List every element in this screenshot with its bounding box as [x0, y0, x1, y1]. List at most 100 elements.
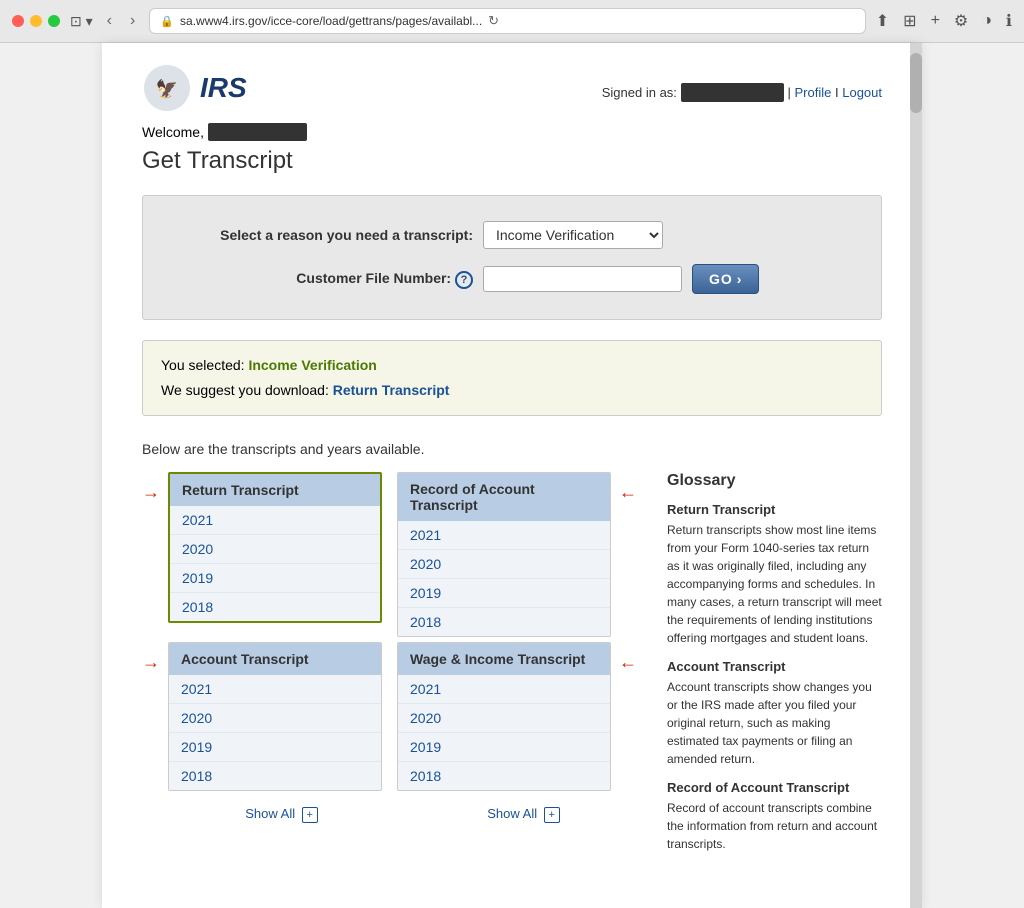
- return-transcript-year-2018[interactable]: 2018: [170, 593, 380, 621]
- file-number-row: Customer File Number: ? GO ›: [173, 264, 851, 294]
- glossary-def-record: Record of account transcripts combine th…: [667, 799, 882, 853]
- reason-row: Select a reason you need a transcript: I…: [173, 221, 851, 249]
- account-show-all[interactable]: Show All +: [168, 796, 395, 833]
- signed-in-label: Signed in as:: [602, 85, 677, 100]
- welcome-text: Welcome,: [142, 123, 882, 141]
- record-of-account-header: Record of Account Transcript: [398, 473, 610, 521]
- glossary-section: Glossary Return Transcript Return transc…: [652, 472, 882, 853]
- logout-link[interactable]: Logout: [842, 85, 882, 100]
- suggest-value-link[interactable]: Return Transcript: [333, 382, 450, 398]
- glossary-term-account: Account Transcript: [667, 659, 882, 674]
- transcript-form: Select a reason you need a transcript: I…: [142, 195, 882, 320]
- back-button[interactable]: ‹: [103, 12, 116, 30]
- wage-income-year-2018[interactable]: 2018: [398, 762, 610, 790]
- go-button[interactable]: GO ›: [692, 264, 759, 294]
- wage-income-year-2019[interactable]: 2019: [398, 733, 610, 762]
- file-number-label: Customer File Number: ?: [173, 270, 473, 289]
- account-transcript-header: Account Transcript: [169, 643, 381, 675]
- page-wrapper: 🦅 IRS Signed in as: | Profile I Logout W…: [0, 43, 1024, 908]
- browser-chrome: ⊡ ▾ ‹ › 🔒 sa.www4.irs.gov/icce-core/load…: [0, 0, 1024, 43]
- glossary-term-return: Return Transcript: [667, 502, 882, 517]
- return-transcript-year-2019[interactable]: 2019: [170, 564, 380, 593]
- share-button[interactable]: ⬆: [876, 11, 889, 31]
- toolbar-right: ⬆ ⊞ + ⚙ ◑ ℹ: [876, 11, 1012, 31]
- irs-logo-text: IRS: [200, 72, 247, 104]
- account-transcript-year-2021[interactable]: 2021: [169, 675, 381, 704]
- glossary-term-record: Record of Account Transcript: [667, 780, 882, 795]
- page-title: Get Transcript: [142, 147, 882, 175]
- return-transcript-year-2021[interactable]: 2021: [170, 506, 380, 535]
- wage-income-wrapper: Wage & Income Transcript 2021 2020 2019 …: [397, 642, 637, 791]
- address-bar[interactable]: 🔒 sa.www4.irs.gov/icce-core/load/gettran…: [149, 8, 865, 34]
- record-account-arrow-icon: ←: [619, 482, 637, 503]
- close-button[interactable]: [12, 15, 24, 27]
- file-number-help-icon[interactable]: ?: [455, 271, 473, 289]
- return-transcript-header: Return Transcript: [170, 474, 380, 506]
- username-redacted: [681, 83, 784, 102]
- profile-link[interactable]: Profile: [795, 85, 832, 100]
- account-show-all-plus-icon: +: [302, 807, 318, 823]
- return-transcript-arrow-icon: →: [142, 482, 160, 503]
- grid-button[interactable]: ⊞: [903, 11, 916, 31]
- suggestion-box: You selected: Income Verification We sug…: [142, 340, 882, 416]
- reason-select[interactable]: Income Verification Other: [483, 221, 663, 249]
- suggestion-download-line: We suggest you download: Return Transcri…: [161, 378, 863, 403]
- account-transcript-arrow-icon: →: [142, 652, 160, 673]
- return-transcript-card: Return Transcript 2021 2020 2019 2018: [168, 472, 382, 623]
- irs-logo: 🦅 IRS: [142, 63, 247, 113]
- url-text: sa.www4.irs.gov/icce-core/load/gettrans/…: [180, 14, 482, 28]
- wage-income-year-2020[interactable]: 2020: [398, 704, 610, 733]
- svg-text:🦅: 🦅: [156, 78, 178, 99]
- settings-button[interactable]: ⚙: [954, 11, 968, 31]
- record-account-year-2021[interactable]: 2021: [398, 521, 610, 550]
- wage-show-all[interactable]: Show All +: [410, 796, 637, 833]
- reason-label: Select a reason you need a transcript:: [173, 227, 473, 243]
- account-transcript-year-2019[interactable]: 2019: [169, 733, 381, 762]
- new-tab-button[interactable]: +: [931, 12, 940, 30]
- available-description: Below are the transcripts and years avai…: [142, 441, 882, 457]
- scrollbar-track[interactable]: [910, 43, 922, 908]
- shield-button[interactable]: ◑: [982, 12, 992, 30]
- separator1: |: [788, 85, 795, 100]
- maximize-button[interactable]: [48, 15, 60, 27]
- header-right: Signed in as: | Profile I Logout: [602, 63, 882, 102]
- record-of-account-card: Record of Account Transcript 2021 2020 2…: [397, 472, 611, 637]
- selected-value-link[interactable]: Income Verification: [248, 357, 376, 373]
- traffic-lights: [12, 15, 60, 27]
- bottom-transcripts-grid: → Account Transcript 2021 2020 2019 2018: [142, 642, 637, 791]
- reload-button[interactable]: ↻: [488, 13, 499, 29]
- suggestion-selected-line: You selected: Income Verification: [161, 353, 863, 378]
- available-section: Below are the transcripts and years avai…: [142, 441, 882, 853]
- lock-icon: 🔒: [160, 15, 174, 28]
- return-transcript-year-2020[interactable]: 2020: [170, 535, 380, 564]
- record-of-account-wrapper: Record of Account Transcript 2021 2020 2…: [397, 472, 637, 637]
- forward-button[interactable]: ›: [126, 12, 139, 30]
- wage-income-header: Wage & Income Transcript: [398, 643, 610, 675]
- glossary-title: Glossary: [667, 472, 882, 490]
- record-account-year-2018[interactable]: 2018: [398, 608, 610, 636]
- glossary-def-return: Return transcripts show most line items …: [667, 521, 882, 647]
- left-column: → Return Transcript 2021 2020 2019 2018: [142, 472, 637, 853]
- page-header: 🦅 IRS Signed in as: | Profile I Logout: [142, 63, 882, 113]
- suggest-label: We suggest you download:: [161, 382, 329, 398]
- minimize-button[interactable]: [30, 15, 42, 27]
- record-account-year-2019[interactable]: 2019: [398, 579, 610, 608]
- glossary-def-account: Account transcripts show changes you or …: [667, 678, 882, 768]
- file-number-input[interactable]: [483, 266, 682, 292]
- account-transcript-year-2018[interactable]: 2018: [169, 762, 381, 790]
- wage-income-year-2021[interactable]: 2021: [398, 675, 610, 704]
- top-transcripts-grid: → Return Transcript 2021 2020 2019 2018: [142, 472, 637, 637]
- wage-income-arrow-icon: ←: [619, 652, 637, 673]
- info-button[interactable]: ℹ: [1006, 11, 1012, 31]
- sidebar-toggle-button[interactable]: ⊡ ▾: [70, 13, 93, 30]
- account-transcript-card: Account Transcript 2021 2020 2019 2018: [168, 642, 382, 791]
- page-content: 🦅 IRS Signed in as: | Profile I Logout W…: [102, 43, 922, 908]
- record-account-year-2020[interactable]: 2020: [398, 550, 610, 579]
- account-transcript-wrapper: → Account Transcript 2021 2020 2019 2018: [142, 642, 382, 791]
- welcome-name-redacted: [208, 123, 307, 141]
- wage-income-card: Wage & Income Transcript 2021 2020 2019 …: [397, 642, 611, 791]
- scrollbar-thumb[interactable]: [910, 53, 922, 113]
- welcome-label: Welcome,: [142, 124, 204, 140]
- account-transcript-year-2020[interactable]: 2020: [169, 704, 381, 733]
- return-transcript-wrapper: → Return Transcript 2021 2020 2019 2018: [142, 472, 382, 637]
